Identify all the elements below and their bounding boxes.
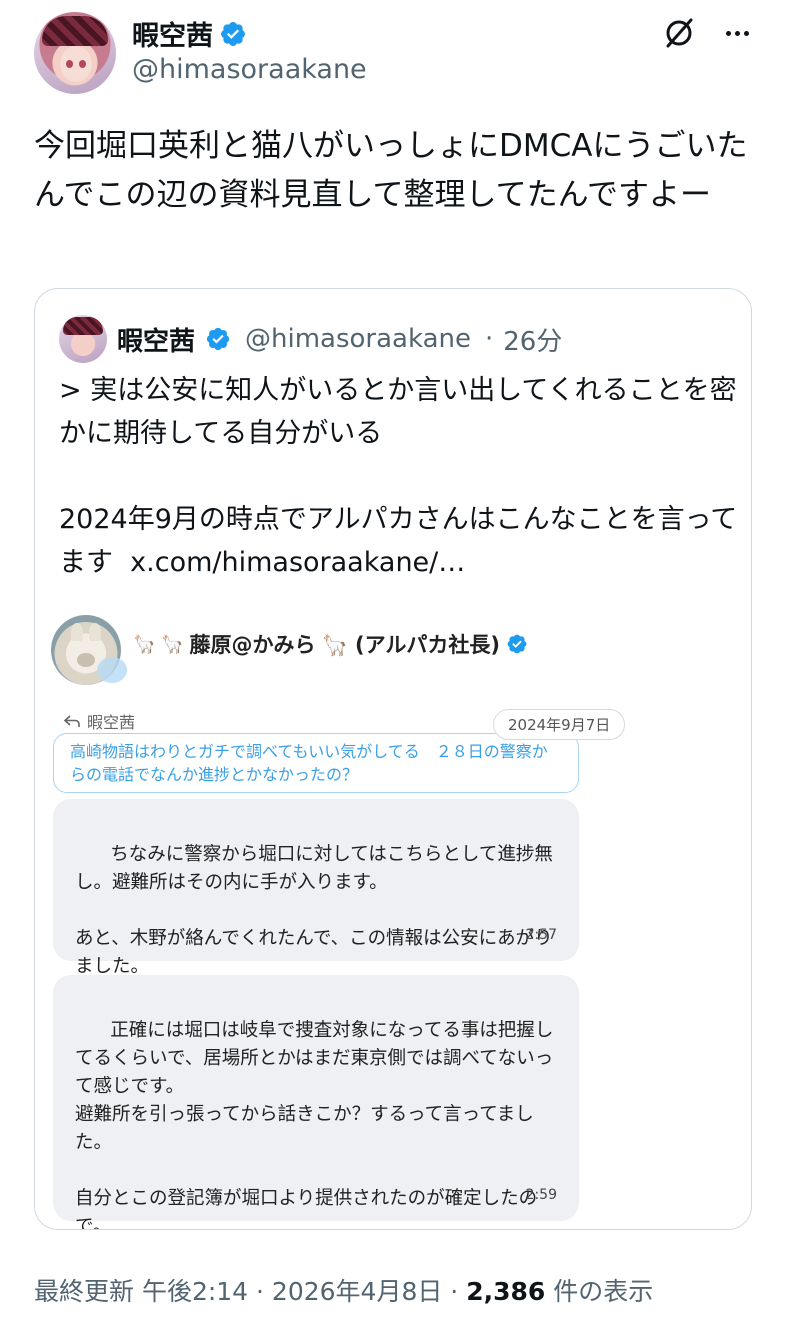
quoted-reply-box: 高崎物語はわりとガチで調べてもいい気がしてる ２８日の警察からの電話でなんか進捗… — [53, 733, 579, 793]
sender-name: 藤原@かみら — [189, 633, 316, 657]
views-label: 件の表示 — [545, 1277, 654, 1306]
reply-to-label: 暇空茜 — [63, 709, 135, 733]
message-time: 2:57 — [525, 927, 557, 943]
verified-badge-icon — [507, 634, 527, 654]
quote-link[interactable]: x.com/himasoraakane/… — [130, 547, 465, 578]
message-bubble: ちなみに警察から堀口に対してはこちらとして進捗無し。避難所はその内に手が入ります… — [53, 799, 579, 977]
view-count[interactable]: 2,386 — [466, 1277, 545, 1306]
tweet-text: 今回堀口英利と猫八がいっしょにDMCAにうごいたんでこの辺の資料見直して整理して… — [34, 128, 748, 213]
timestamp-text[interactable]: 最終更新 午後2:14 · 2026年4月8日 · — [34, 1272, 466, 1308]
llama-emoji-prefix: 🦙 🦙 — [133, 633, 184, 655]
quote-separator: · — [485, 324, 494, 354]
author-avatar[interactable] — [34, 12, 116, 94]
author-name[interactable]: 暇空茜 — [132, 14, 213, 53]
grok-icon[interactable] — [662, 16, 696, 50]
message-bubble: 正確には堀口は岐阜で捜査対象になってる事は把握してるくらいで、居場所とかはまだ東… — [53, 975, 579, 1229]
quote-author-name: 暇空茜 — [117, 326, 196, 357]
more-icon[interactable] — [720, 16, 754, 50]
sender-name-suffix: 🦙 (アルパカ社長) — [321, 633, 500, 657]
date-pill: 2024年9月7日 — [493, 709, 626, 740]
author-handle[interactable]: @himasoraakane — [132, 54, 367, 85]
quote-tweet-card[interactable]: 暇空茜 @himasoraakane · 26分 > 実は公安に知人がいるとか言… — [34, 288, 752, 1230]
message-text: ちなみに警察から堀口に対してはこちらとして進捗無し。避難所はその内に手が入ります… — [75, 844, 553, 977]
header-actions — [662, 16, 754, 50]
tweet-footer: 最終更新 午後2:14 · 2026年4月8日 · 2,386 件の表示 — [34, 1272, 653, 1308]
reply-arrow-icon — [63, 715, 80, 727]
quote-timestamp: 26分 — [503, 326, 563, 357]
avatar-badge — [97, 657, 127, 683]
quote-author-handle: @himasoraakane — [245, 324, 471, 354]
message-time: 2:59 — [525, 1187, 557, 1203]
tweet-header: 暇空茜 @himasoraakane — [34, 12, 754, 96]
quote-text: > 実は公安に知人がいるとか言い出してくれることを密かに期待してる自分がいる 2… — [59, 369, 739, 584]
quote-header: 暇空茜 @himasoraakane · 26分 — [59, 315, 562, 363]
message-text: 正確には堀口は岐阜で捜査対象になってる事は把握してるくらいで、居場所とかはまだ東… — [75, 1020, 554, 1230]
sender-name-row: 🦙 🦙 藤原@かみら 🦙 (アルパカ社長) — [133, 629, 528, 659]
reply-to-name: 暇空茜 — [87, 713, 136, 732]
verified-badge-icon — [206, 327, 230, 351]
verified-badge-icon — [221, 21, 245, 46]
author-name-row: 暇空茜 — [132, 14, 247, 53]
embedded-screenshot: 🦙 🦙 藤原@かみら 🦙 (アルパカ社長) 暇空茜 高崎物語はわりとガチで調べて… — [35, 601, 751, 1229]
quote-author-avatar — [59, 315, 107, 363]
quote-text-line1: > 実は公安に知人がいるとか言い出してくれることを密かに期待してる自分がいる — [59, 375, 737, 449]
